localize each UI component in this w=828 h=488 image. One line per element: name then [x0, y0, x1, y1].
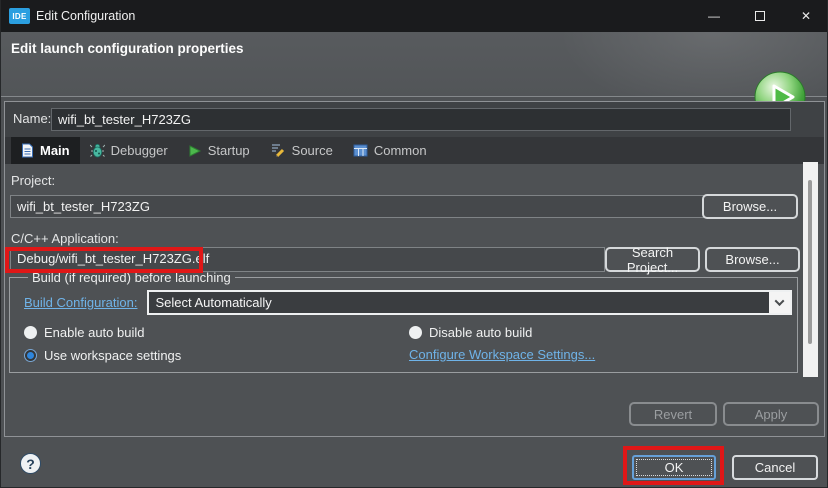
build-before-launch-group: Build (if required) before launching Bui…	[9, 270, 798, 373]
revert-button[interactable]: Revert	[629, 402, 717, 426]
tab-label: Common	[373, 143, 427, 158]
tab-source[interactable]: Source	[260, 137, 343, 164]
startup-play-icon	[189, 144, 201, 157]
cancel-button[interactable]: Cancel	[732, 455, 818, 480]
tab-bar: Main Debugger Startup Source Common	[5, 137, 824, 164]
radio-label: Disable auto build	[429, 325, 533, 340]
project-label: Project:	[11, 173, 56, 188]
build-configuration-select[interactable]: Select Automatically	[147, 290, 792, 315]
document-icon	[22, 143, 33, 158]
radio-label: Use workspace settings	[44, 347, 182, 363]
dialog-banner: Edit launch configuration properties	[1, 32, 827, 126]
combo-arrow-button[interactable]	[769, 292, 790, 313]
tab-label: Debugger	[110, 143, 168, 158]
name-row: Name: wifi_bt_tester_H723ZG	[5, 102, 824, 137]
main-tab-content: Project: wifi_bt_tester_H723ZG Browse...…	[5, 164, 824, 436]
title-bar: IDE Edit Configuration — ✕	[1, 0, 827, 32]
window-controls: — ✕	[691, 0, 827, 32]
ok-button[interactable]: OK	[632, 455, 716, 480]
project-browse-button[interactable]: Browse...	[702, 194, 798, 219]
maximize-icon	[755, 11, 765, 21]
radio-selected-icon	[24, 348, 37, 362]
disable-auto-build-radio[interactable]: Disable auto build	[409, 325, 792, 340]
bug-icon	[89, 143, 105, 158]
project-input[interactable]: wifi_bt_tester_H723ZG	[10, 195, 704, 218]
tab-label: Startup	[207, 143, 250, 158]
banner-heading: Edit launch configuration properties	[11, 41, 244, 56]
application-browse-button[interactable]: Browse...	[705, 247, 800, 272]
tab-label: Source	[291, 143, 333, 158]
application-input[interactable]: Debug/wifi_bt_tester_H723ZG.elf	[10, 247, 605, 272]
edit-configuration-dialog: IDE Edit Configuration — ✕ Edit launch c…	[0, 0, 828, 488]
vertical-scrollbar[interactable]	[803, 162, 818, 377]
window-title: Edit Configuration	[36, 9, 136, 23]
name-input[interactable]: wifi_bt_tester_H723ZG	[51, 108, 791, 131]
radio-icon	[24, 326, 37, 339]
minimize-icon: —	[708, 9, 720, 23]
application-label: C/C++ Application:	[11, 231, 119, 246]
chevron-down-icon	[774, 296, 785, 307]
tab-main[interactable]: Main	[11, 137, 80, 164]
search-project-button[interactable]: Search Project...	[605, 245, 700, 275]
tab-common[interactable]: Common	[343, 137, 437, 164]
maximize-button[interactable]	[737, 0, 783, 32]
enable-auto-build-radio[interactable]: Enable auto build	[24, 325, 409, 340]
minimize-button[interactable]: —	[691, 0, 737, 32]
build-group-legend: Build (if required) before launching	[32, 270, 231, 285]
use-workspace-settings-radio[interactable]: Use workspace settings	[24, 346, 409, 364]
app-logo-icon: IDE	[9, 8, 30, 24]
help-icon: ?	[26, 455, 35, 472]
tab-debugger[interactable]: Debugger	[80, 137, 178, 164]
build-configuration-value: Select Automatically	[155, 295, 272, 310]
source-icon	[271, 144, 284, 158]
scrollbar-thumb[interactable]	[808, 180, 812, 344]
radio-label: Enable auto build	[44, 325, 145, 340]
build-configuration-link[interactable]: Build Configuration:	[24, 295, 137, 310]
tab-startup[interactable]: Startup	[178, 137, 260, 164]
configure-workspace-settings-link[interactable]: Configure Workspace Settings...	[409, 347, 595, 362]
configuration-frame: Name: wifi_bt_tester_H723ZG Main Debugge…	[4, 101, 825, 437]
tab-label: Main	[40, 143, 70, 158]
help-button[interactable]: ?	[20, 453, 41, 474]
close-button[interactable]: ✕	[783, 0, 827, 32]
apply-button[interactable]: Apply	[723, 402, 819, 426]
radio-icon	[409, 326, 422, 339]
table-icon	[353, 144, 368, 157]
close-icon: ✕	[800, 9, 812, 23]
name-label: Name:	[13, 111, 52, 126]
